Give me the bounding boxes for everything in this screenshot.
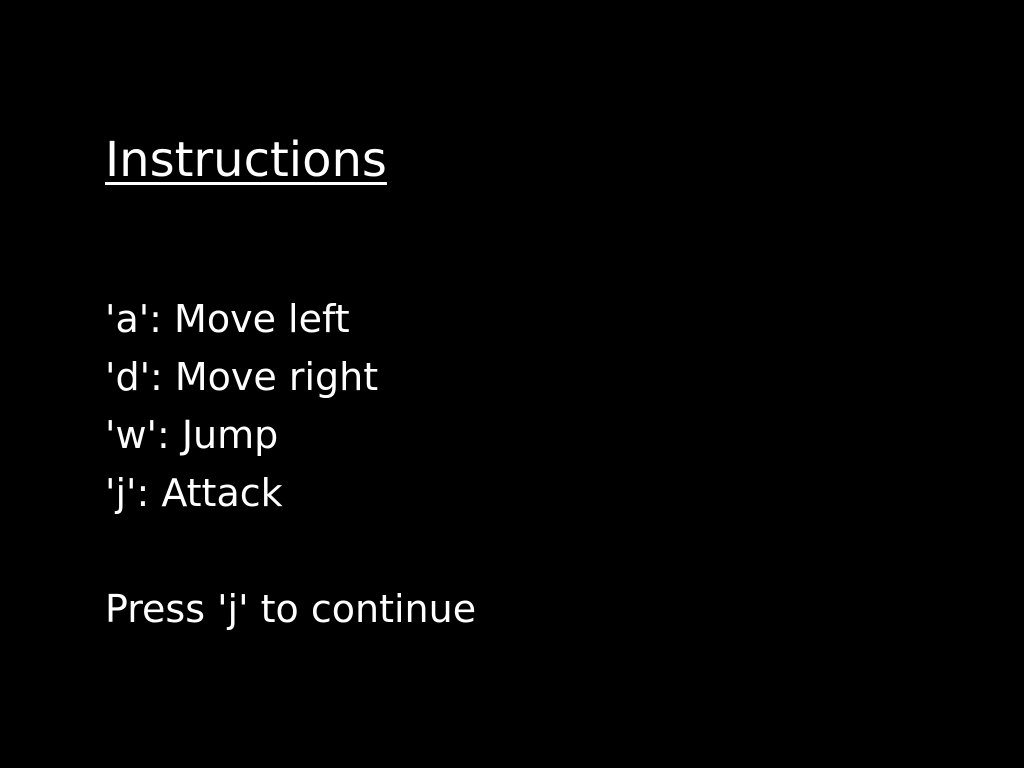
- controls-list: 'a': Move left 'd': Move right 'w': Jump…: [105, 290, 378, 522]
- control-jump: 'w': Jump: [105, 413, 279, 457]
- control-attack: 'j': Attack: [105, 471, 283, 515]
- control-move-right: 'd': Move right: [105, 355, 379, 399]
- instructions-screen: Instructions 'a': Move left 'd': Move ri…: [0, 0, 1024, 768]
- instructions-title: Instructions: [105, 132, 387, 188]
- continue-prompt: Press 'j' to continue: [105, 587, 477, 631]
- control-move-left: 'a': Move left: [105, 297, 350, 341]
